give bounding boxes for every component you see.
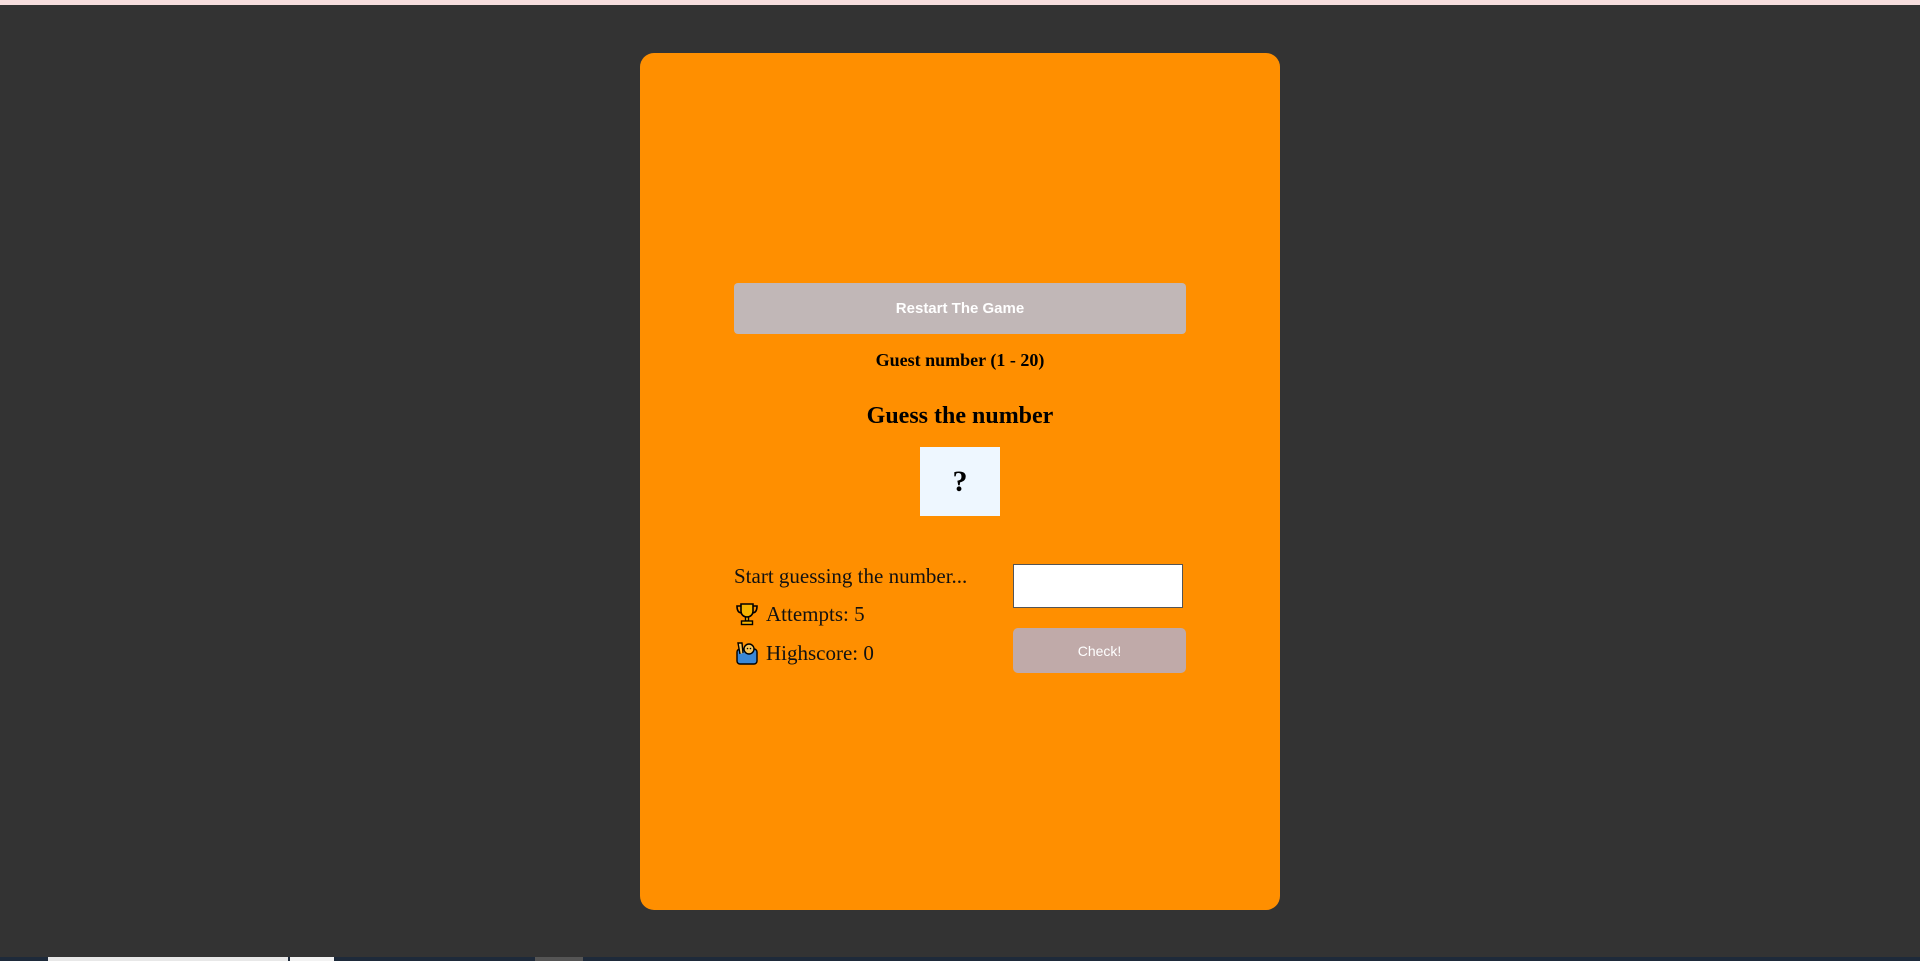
trophy-icon [734, 601, 760, 627]
attempts-text: Attempts: 5 [766, 601, 865, 626]
taskbar-strip [0, 957, 1920, 961]
status-message: Start guessing the number... [734, 564, 968, 588]
highscore-text: Highscore: 0 [766, 640, 874, 665]
restart-button[interactable]: Restart The Game [734, 283, 1186, 334]
range-label: Guest number (1 - 20) [875, 350, 1045, 370]
attempts-row: Attempts: 5 [734, 601, 865, 627]
guess-input[interactable] [1013, 564, 1183, 608]
secret-number: ? [952, 464, 968, 498]
game-card: Restart The Game Guest number (1 - 20) G… [640, 53, 1280, 910]
game-title: Guess the number [866, 403, 1054, 429]
person-raising-hand-icon [734, 640, 760, 666]
highscore-row: Highscore: 0 [734, 640, 874, 666]
check-button[interactable]: Check! [1013, 628, 1186, 673]
taskbar-segment [290, 957, 334, 961]
top-edge-strip [0, 0, 1920, 5]
taskbar-segment [48, 957, 288, 961]
taskbar-segment [535, 957, 583, 961]
secret-number-box: ? [920, 447, 1000, 516]
